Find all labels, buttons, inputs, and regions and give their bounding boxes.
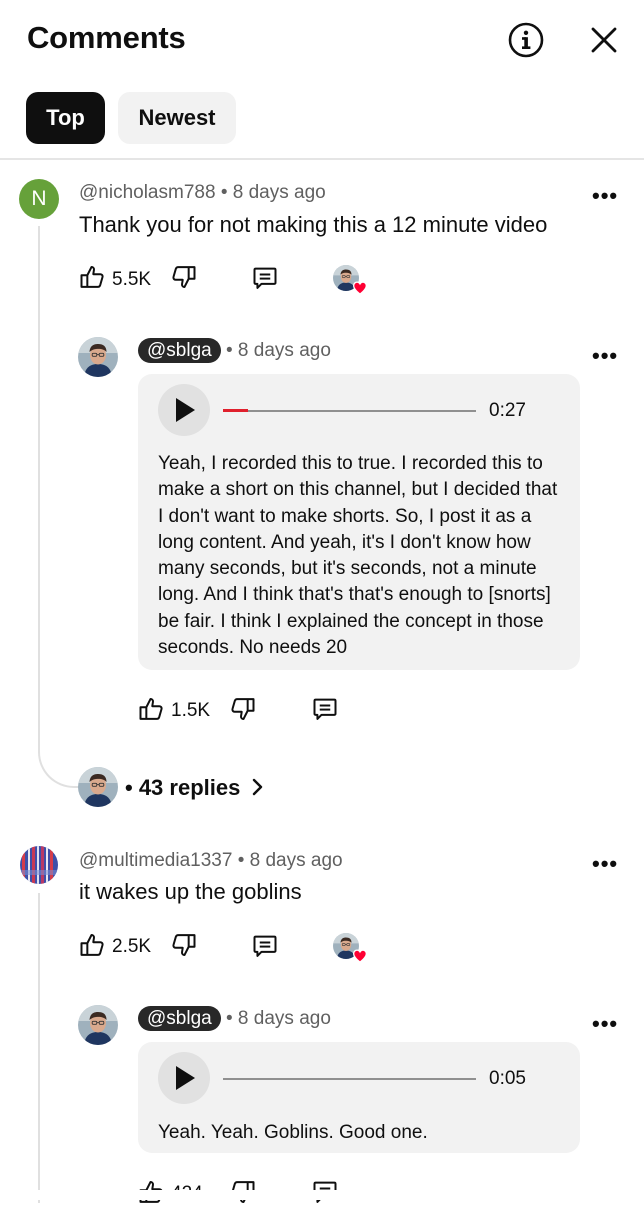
comment-time: • 8 days ago — [220, 182, 326, 203]
audio-progress — [223, 409, 248, 412]
voice-reply-card: 0:27 Yeah, I recorded this to true. I re… — [138, 374, 580, 670]
header-divider — [0, 158, 644, 160]
audio-duration: 0:27 — [489, 400, 526, 421]
dislike-icon[interactable] — [170, 263, 198, 291]
more-icon[interactable]: ••• — [592, 1011, 618, 1037]
comment-meta: @multimedia1337 • 8 days ago — [79, 850, 343, 872]
reply-icon[interactable] — [311, 695, 339, 723]
play-button[interactable] — [158, 1052, 210, 1104]
avatar-letter: N — [31, 187, 47, 210]
reply-avatar[interactable] — [78, 1005, 118, 1045]
reply-avatar[interactable] — [78, 337, 118, 377]
like-count: 2.5K — [112, 936, 152, 957]
heart-icon — [352, 280, 368, 296]
replies-label: • 43 replies — [125, 775, 241, 800]
comment-meta: @nicholasm788 • 8 days ago — [79, 182, 326, 204]
more-icon[interactable]: ••• — [592, 183, 618, 209]
comment-text: Thank you for not making this a 12 minut… — [79, 212, 548, 237]
play-icon — [176, 398, 195, 422]
play-icon — [176, 1066, 195, 1090]
comment-author-handle[interactable]: @nicholasm788 — [79, 182, 216, 203]
reply-icon[interactable] — [251, 932, 279, 960]
page-title: Comments — [27, 20, 186, 55]
reply-icon[interactable] — [251, 264, 279, 292]
tab-newest[interactable]: Newest — [118, 92, 236, 144]
info-icon[interactable] — [504, 18, 548, 62]
audio-track[interactable] — [223, 410, 476, 412]
audio-duration: 0:05 — [489, 1068, 526, 1089]
replies-avatar — [78, 767, 118, 807]
creator-handle-badge[interactable]: @sblga — [138, 1006, 221, 1031]
reply-time: • 8 days ago — [226, 1008, 331, 1029]
creator-handle-badge[interactable]: @sblga — [138, 338, 221, 363]
more-icon[interactable]: ••• — [592, 851, 618, 877]
voice-transcript: Yeah. Yeah. Goblins. Good one. — [158, 1122, 428, 1143]
thread-line — [38, 226, 40, 740]
like-icon[interactable] — [78, 263, 106, 291]
thread-line — [38, 893, 40, 1203]
comment-time: • 8 days ago — [237, 850, 343, 871]
voice-reply-card: 0:05 Yeah. Yeah. Goblins. Good one. — [138, 1042, 580, 1153]
close-icon[interactable] — [584, 20, 624, 60]
chevron-right-icon — [253, 778, 263, 796]
tab-top[interactable]: Top — [26, 92, 105, 144]
avatar[interactable]: N — [19, 179, 59, 219]
comment-text: it wakes up the goblins — [79, 879, 302, 904]
play-button[interactable] — [158, 384, 210, 436]
audio-track[interactable] — [223, 1078, 476, 1080]
reply-meta: @sblga • 8 days ago — [138, 338, 331, 363]
dislike-icon[interactable] — [170, 931, 198, 959]
like-count: 5.5K — [112, 269, 152, 290]
more-icon[interactable]: ••• — [592, 343, 618, 369]
bottom-edge — [0, 1190, 644, 1200]
avatar[interactable] — [20, 846, 58, 884]
comment-author-handle[interactable]: @multimedia1337 — [79, 850, 232, 871]
view-replies-link[interactable]: • 43 replies — [125, 775, 266, 801]
voice-transcript: Yeah, I recorded this to true. I recorde… — [158, 453, 558, 659]
like-count: 1.5K — [171, 700, 211, 721]
reply-meta: @sblga • 8 days ago — [138, 1006, 331, 1031]
like-icon[interactable] — [137, 695, 165, 723]
like-icon[interactable] — [78, 931, 106, 959]
heart-icon — [352, 948, 368, 964]
reply-time: • 8 days ago — [226, 340, 331, 361]
thread-curve — [38, 738, 80, 788]
dislike-icon[interactable] — [229, 695, 257, 723]
